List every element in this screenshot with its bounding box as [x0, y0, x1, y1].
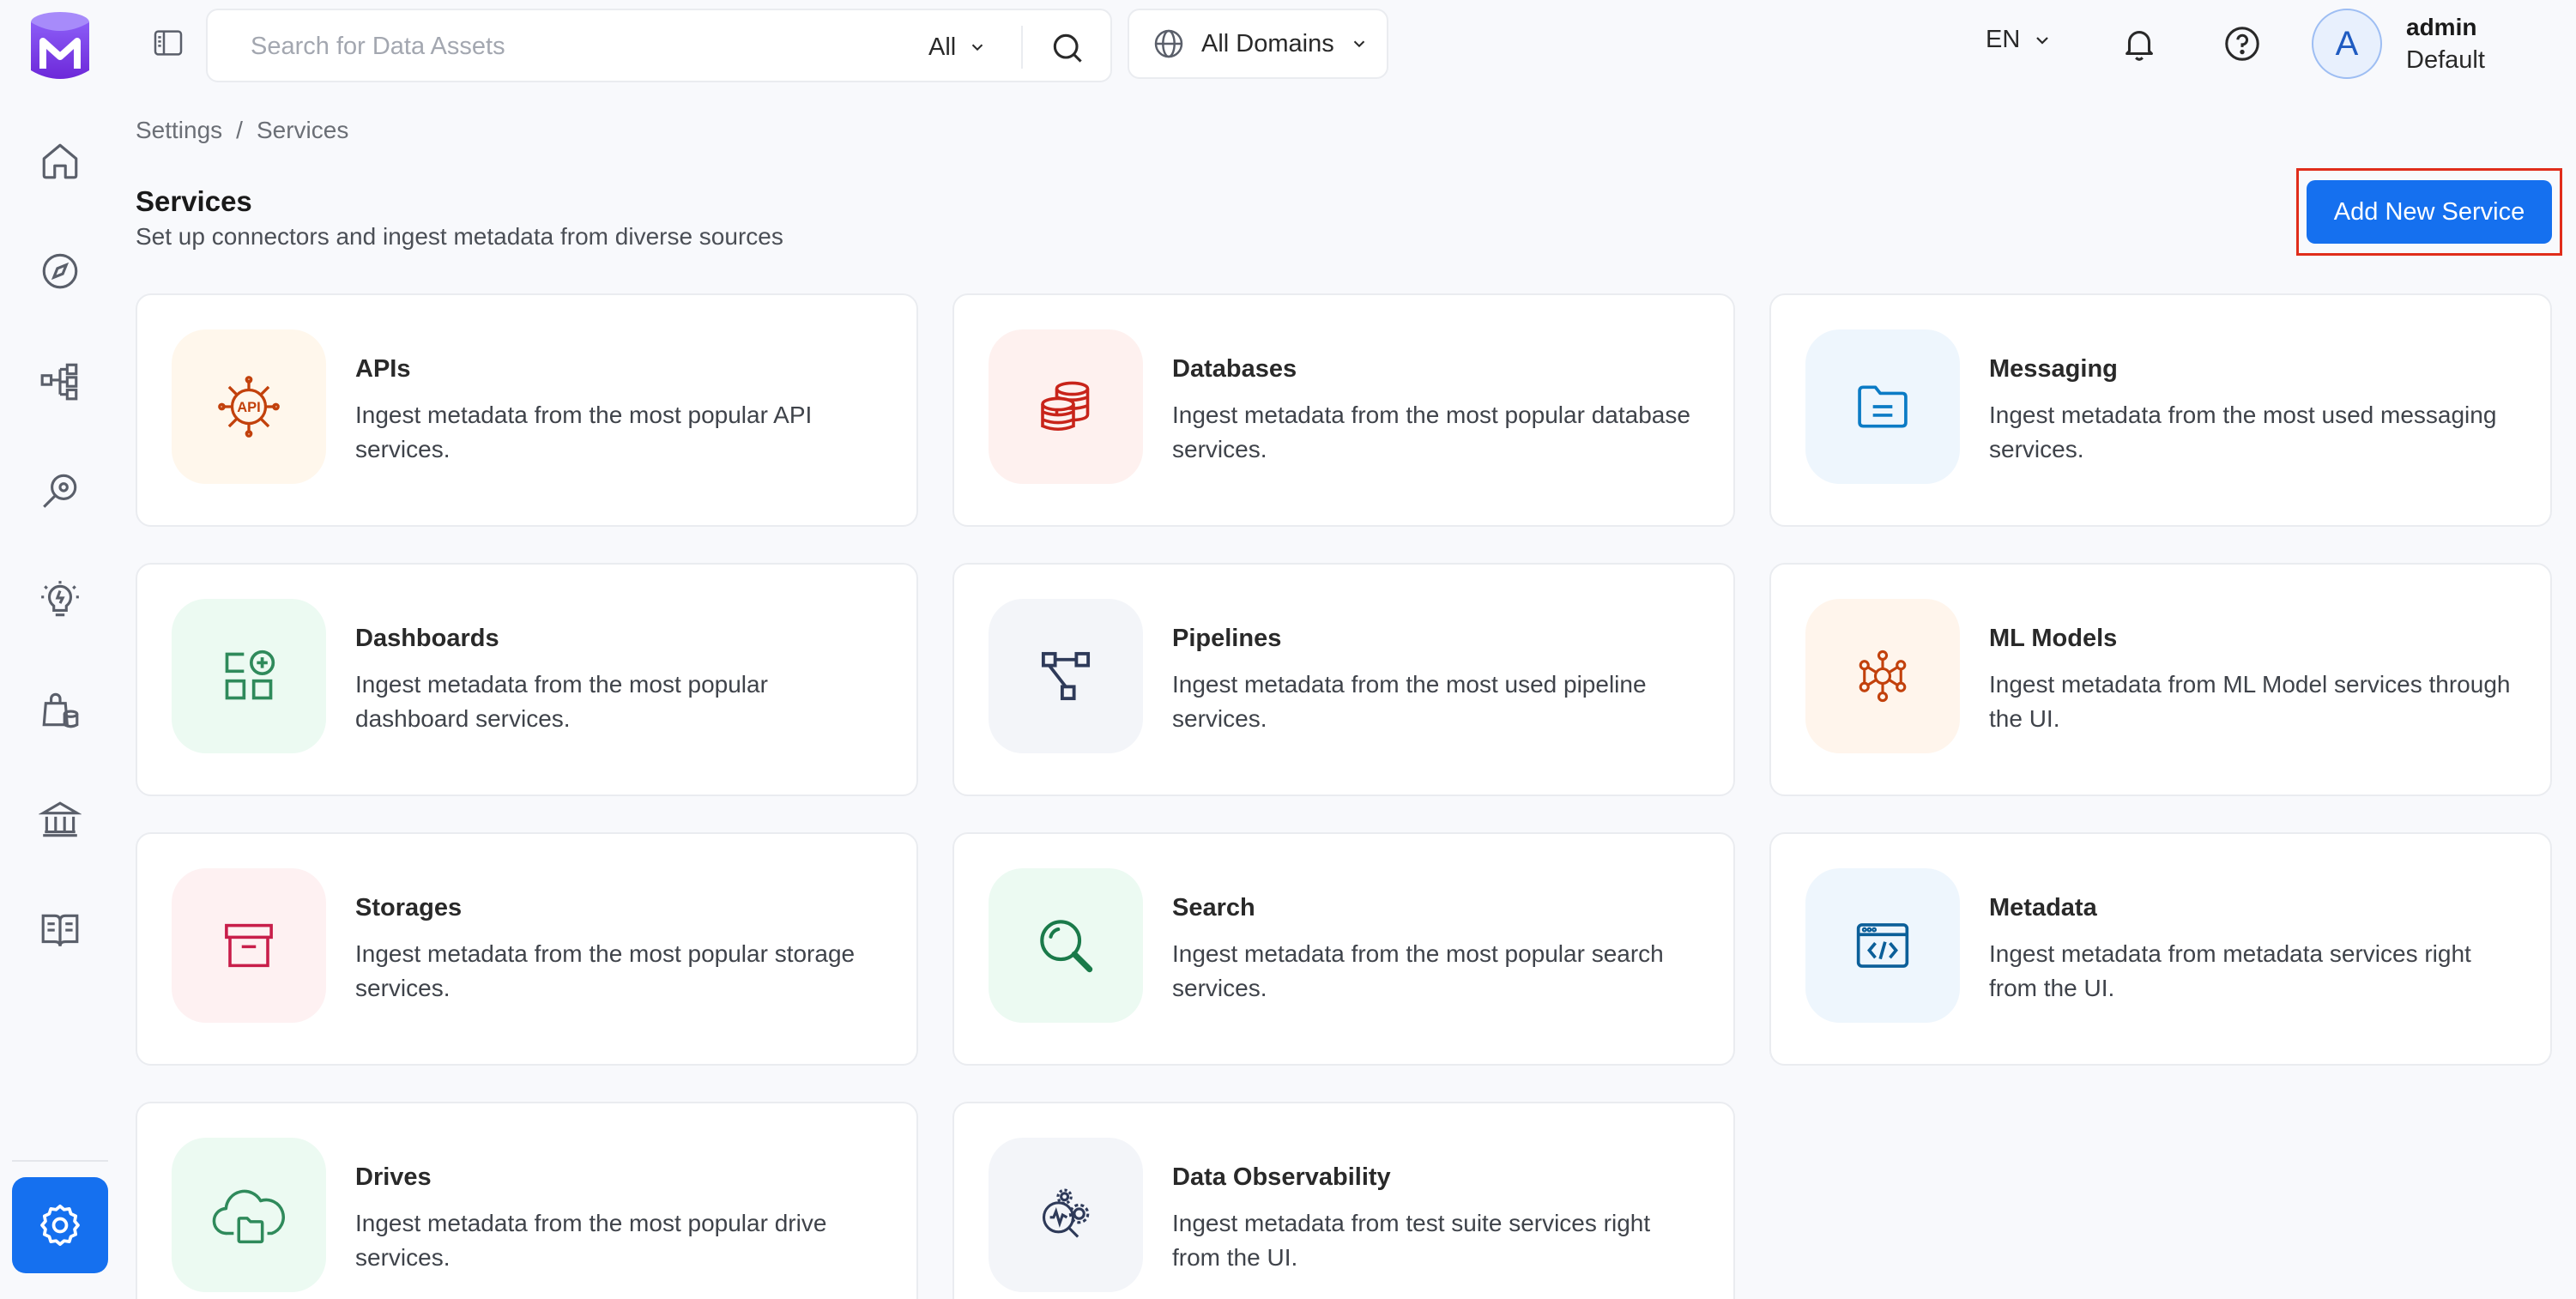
app-logo-icon[interactable] — [29, 10, 91, 82]
governance-bank-icon[interactable] — [33, 793, 88, 848]
globe-icon — [1154, 29, 1183, 58]
service-card-title: APIs — [355, 355, 411, 383]
left-navigation-rail — [0, 0, 120, 1299]
service-card-description: Ingest metadata from the most used pipel… — [1172, 671, 1647, 732]
service-card-description: Ingest metadata from the most popular AP… — [355, 402, 813, 462]
service-card-description: Ingest metadata from the most popular st… — [355, 940, 856, 1001]
service-card-title: Metadata — [1989, 894, 2097, 921]
service-icon-tile — [989, 1138, 1143, 1292]
domain-selector-label: All Domains — [1201, 29, 1334, 57]
user-role: Default — [2406, 46, 2485, 74]
service-card-description: Ingest metadata from metadata services r… — [1989, 940, 2471, 1001]
service-card-title: ML Models — [1989, 625, 2118, 652]
api-chip-icon: API — [218, 376, 280, 438]
service-icon-tile — [1805, 329, 1960, 484]
service-card-description: Ingest metadata from the most popular da… — [1172, 402, 1690, 462]
service-icon-tile — [172, 599, 326, 753]
chevron-down-icon — [2036, 36, 2049, 45]
pipeline-icon — [1041, 651, 1091, 701]
service-card-ml-models[interactable]: ML Models Ingest metadata from ML Model … — [1769, 563, 2552, 796]
search-magnifier-icon — [1040, 920, 1093, 973]
service-card-title: Messaging — [1989, 355, 2118, 383]
service-icon-tile — [1805, 599, 1960, 753]
observability-icon[interactable] — [33, 463, 88, 518]
breadcrumb-settings-link[interactable]: Settings — [136, 117, 222, 144]
service-card-description: Ingest metadata from the most popular dr… — [355, 1210, 827, 1271]
service-card-title: Pipelines — [1172, 625, 1282, 652]
service-card-title: Storages — [355, 894, 463, 921]
notification-bell-icon[interactable] — [2119, 24, 2159, 63]
chevron-down-icon — [1353, 40, 1364, 48]
search-filter-dropdown[interactable]: All — [928, 27, 987, 67]
explore-compass-icon[interactable] — [33, 244, 88, 299]
service-card-title: Dashboards — [355, 625, 499, 652]
service-card-description: Ingest metadata from the most used messa… — [1989, 402, 2497, 462]
sidebar-toggle-icon[interactable] — [151, 26, 185, 60]
service-icon-tile: API — [172, 329, 326, 484]
breadcrumb-separator: / — [236, 117, 243, 143]
service-card-drives[interactable]: Drives Ingest metadata from the most pop… — [136, 1102, 918, 1299]
service-icon-tile — [989, 868, 1143, 1023]
ml-model-icon — [1859, 650, 1907, 703]
service-card-dashboards[interactable]: Dashboards Ingest metadata from the most… — [136, 563, 918, 796]
service-card-title: Databases — [1172, 355, 1297, 383]
metadata-code-icon — [1856, 923, 1909, 968]
search-separator — [1021, 26, 1023, 69]
avatar[interactable]: A — [2312, 9, 2382, 79]
service-card-title: Search — [1172, 894, 1255, 921]
home-icon[interactable] — [33, 134, 88, 189]
service-card-title: Drives — [355, 1163, 432, 1191]
database-icon — [1041, 381, 1090, 432]
user-name: admin — [2406, 14, 2477, 40]
breadcrumb: Settings / Services — [136, 117, 348, 144]
help-icon[interactable] — [2222, 24, 2262, 63]
service-card-description: Ingest metadata from ML Model services t… — [1989, 671, 2511, 732]
service-card-search[interactable]: Search Ingest metadata from the most pop… — [952, 832, 1735, 1066]
domain-selector[interactable]: All Domains — [1128, 9, 1388, 79]
global-search-box: All — [206, 9, 1112, 82]
service-card-databases[interactable]: Databases Ingest metadata from the most … — [952, 293, 1735, 527]
settings-gear-icon[interactable] — [12, 1177, 108, 1273]
service-card-description: Ingest metadata from the most popular se… — [1172, 940, 1664, 1001]
svg-text:API: API — [237, 400, 261, 415]
search-filter-label: All — [928, 33, 957, 61]
rail-divider — [12, 1160, 108, 1162]
service-card-data-observability[interactable]: Data Observability Ingest metadata from … — [952, 1102, 1735, 1299]
language-selector[interactable]: EN — [1986, 26, 2053, 54]
service-icon-tile — [1805, 868, 1960, 1023]
service-icon-tile — [172, 868, 326, 1023]
service-card-storages[interactable]: Storages Ingest metadata from the most p… — [136, 832, 918, 1066]
messaging-folder-icon — [1858, 385, 1908, 428]
glossary-book-icon[interactable] — [33, 903, 88, 958]
breadcrumb-current: Services — [256, 117, 349, 143]
page-subtitle: Set up connectors and ingest metadata fr… — [136, 223, 783, 250]
data-observability-icon — [1042, 1188, 1090, 1238]
language-label: EN — [1986, 26, 2021, 53]
service-icon-tile — [989, 329, 1143, 484]
top-bar: All All Domains EN A admin Def — [120, 0, 2576, 89]
service-card-title: Data Observability — [1172, 1163, 1391, 1191]
insights-bulb-icon[interactable] — [33, 573, 88, 628]
chevron-down-icon — [972, 44, 983, 51]
service-card-messaging[interactable]: Messaging Ingest metadata from the most … — [1769, 293, 2552, 527]
dashboard-icon — [225, 650, 275, 700]
page-title: Services — [136, 185, 252, 217]
storage-archive-icon — [225, 923, 273, 968]
service-card-pipelines[interactable]: Pipelines Ingest metadata from the most … — [952, 563, 1735, 796]
add-new-service-button[interactable]: Add New Service — [2307, 180, 2552, 244]
data-products-icon[interactable] — [33, 683, 88, 738]
service-icon-tile — [989, 599, 1143, 753]
search-input[interactable] — [251, 29, 868, 63]
service-card-description: Ingest metadata from the most popular da… — [355, 671, 768, 732]
service-card-description: Ingest metadata from test suite services… — [1172, 1210, 1651, 1271]
search-icon[interactable] — [1049, 29, 1086, 67]
drive-cloud-icon — [212, 1189, 285, 1244]
service-card-apis[interactable]: API APIs Ingest metadata from the most p… — [136, 293, 918, 527]
lineage-icon[interactable] — [33, 353, 88, 408]
service-card-metadata[interactable]: Metadata Ingest metadata from metadata s… — [1769, 832, 2552, 1066]
service-icon-tile — [172, 1138, 326, 1292]
